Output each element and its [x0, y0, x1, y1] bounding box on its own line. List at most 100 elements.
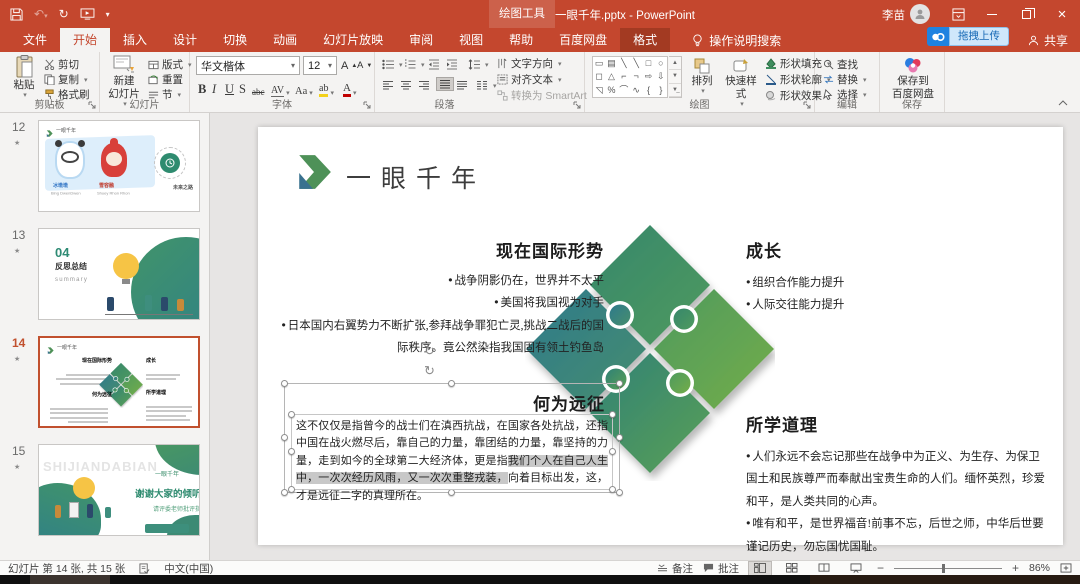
justify-button[interactable]	[436, 77, 454, 91]
tell-me-search[interactable]: 操作说明搜索	[680, 28, 793, 52]
slide-12-thumbnail[interactable]: 一眼千年 冰墩墩 Bing DwenDwen 雪容融 Shuey Rhon Rh…	[38, 120, 200, 212]
arrange-button[interactable]: 排列	[687, 57, 717, 97]
font-size-select[interactable]: 12	[303, 56, 337, 75]
decrease-indent-button[interactable]	[428, 57, 440, 72]
ribbon-display-options-icon[interactable]	[941, 0, 975, 28]
redo-icon[interactable]: ↻	[59, 7, 69, 21]
tab-home[interactable]: 开始	[60, 28, 110, 52]
reading-view-button[interactable]	[813, 562, 835, 575]
normal-view-button[interactable]	[749, 562, 771, 575]
columns-button[interactable]	[476, 78, 497, 93]
reset-button[interactable]: 重置	[148, 72, 183, 87]
underline-button[interactable]: U	[225, 79, 234, 97]
language-indicator[interactable]: 中文(中国)	[164, 561, 213, 576]
tab-slideshow[interactable]: 幻灯片放映	[310, 28, 396, 52]
gallery-down-icon[interactable]: ▼	[669, 70, 681, 83]
section-growth[interactable]: 成长 组织合作能力提升 人际交往能力提升	[746, 237, 956, 317]
numbering-button[interactable]	[404, 57, 425, 72]
save-icon[interactable]	[10, 8, 23, 21]
tab-review[interactable]: 审阅	[396, 28, 446, 52]
text-highlight-button[interactable]: ab	[319, 79, 334, 97]
slide-14-thumbnail[interactable]: 一眼千年 现在国际形势 成长 何为远征 所学道理	[38, 336, 200, 428]
font-dialog-launcher[interactable]	[363, 101, 372, 110]
change-case-button[interactable]: Aa	[295, 79, 313, 97]
start-slideshow-icon[interactable]	[80, 8, 95, 20]
copy-button[interactable]: 复制	[44, 72, 88, 87]
resize-handle-nw[interactable]	[281, 380, 288, 387]
resize-handle[interactable]	[288, 486, 295, 493]
zoom-level[interactable]: 86%	[1029, 562, 1050, 574]
slide-13-thumbnail[interactable]: 04 反思总结 summary	[38, 228, 200, 320]
tab-view[interactable]: 视图	[446, 28, 496, 52]
slide-15-thumbnail[interactable]: SHIJIANDABIAN 一眼千年 谢谢大家的倾听 请评委老师批评指正	[38, 444, 200, 536]
collapse-ribbon-icon[interactable]	[1058, 100, 1068, 106]
tab-help[interactable]: 帮助	[496, 28, 546, 52]
align-right-button[interactable]	[418, 78, 430, 93]
zoom-out-button[interactable]: −	[877, 561, 884, 575]
zoom-slider[interactable]	[894, 568, 1002, 569]
zoom-in-button[interactable]: +	[1012, 561, 1019, 575]
align-left-button[interactable]	[382, 78, 394, 93]
distribute-button[interactable]	[456, 78, 468, 93]
shrink-font-button[interactable]: A▼	[357, 58, 372, 73]
font-color-button[interactable]: A	[343, 79, 356, 97]
slide-sorter-view-button[interactable]	[781, 562, 803, 575]
spellcheck-icon[interactable]	[139, 563, 150, 574]
replace-button[interactable]: 替换	[823, 72, 867, 87]
slide-canvas[interactable]: 一眼千年 现在国际形势 战争阴影仍在，世界并不太平	[258, 127, 1063, 545]
line-spacing-button[interactable]	[468, 57, 489, 72]
character-spacing-button[interactable]: AV	[271, 79, 290, 97]
font-name-select[interactable]: 华文楷体	[196, 56, 300, 75]
tab-design[interactable]: 设计	[160, 28, 210, 52]
section-expedition-body[interactable]: 这不仅仅是指曾今的战士们在滇西抗战，在国家各处抗战，还指中国在战火燃尽后，靠自己…	[292, 415, 612, 508]
resize-handle[interactable]	[609, 486, 616, 493]
selected-textbox-inner[interactable]: 这不仅仅是指曾今的战士们在滇西抗战，在国家各处抗战，还指中国在战火燃尽后，靠自己…	[291, 414, 613, 490]
increase-indent-button[interactable]	[446, 57, 458, 72]
bold-button[interactable]: B	[198, 79, 206, 97]
notes-toggle[interactable]: 备注	[657, 561, 693, 576]
save-to-netdisk-button[interactable]: 保存到 百度网盘	[890, 55, 936, 101]
selected-textbox-outer[interactable]: 何为远征 这不仅仅是指曾今的战士们在滇西抗战，在国家各处抗战，还指中国在战火燃尽…	[284, 383, 620, 493]
drawing-dialog-launcher[interactable]	[803, 101, 812, 110]
drag-upload-button[interactable]: 拖拽上传	[927, 27, 1009, 46]
undo-icon[interactable]: ↶▾	[34, 7, 48, 21]
slide-title[interactable]: 一眼千年	[346, 159, 486, 195]
clipboard-dialog-launcher[interactable]	[88, 101, 97, 110]
shapes-gallery[interactable]: ▭▤╲╲□○ ◻△⌐¬⇨⇩ ◹%⌒∿{}	[592, 56, 668, 98]
align-text-button[interactable]: 对齐文本	[497, 72, 562, 87]
gallery-up-icon[interactable]: ▲	[669, 57, 681, 70]
share-button[interactable]: 共享	[1028, 28, 1068, 52]
resize-handle-se[interactable]	[616, 489, 623, 496]
rotate-handle-icon[interactable]: ↻	[424, 363, 435, 379]
grow-font-button[interactable]: A▲	[341, 58, 357, 73]
cut-button[interactable]: 剪切	[44, 57, 79, 72]
qat-customize-icon[interactable]: ▾	[106, 10, 110, 19]
tab-animations[interactable]: 动画	[260, 28, 310, 52]
find-button[interactable]: 查找	[823, 57, 858, 72]
text-direction-button[interactable]: 文字方向	[497, 56, 562, 71]
resize-handle-n[interactable]	[448, 380, 455, 387]
resize-handle-sw[interactable]	[281, 489, 288, 496]
gallery-more-icon[interactable]: ▼̲	[669, 84, 681, 97]
shapes-gallery-scroll[interactable]: ▲▼▼̲	[669, 56, 682, 98]
resize-handle[interactable]	[288, 448, 295, 455]
resize-handle[interactable]	[288, 411, 295, 418]
resize-handle-ne[interactable]	[616, 380, 623, 387]
slideshow-view-button[interactable]	[845, 562, 867, 575]
comments-toggle[interactable]: 批注	[703, 561, 739, 576]
resize-handle[interactable]	[609, 411, 616, 418]
tab-transitions[interactable]: 切换	[210, 28, 260, 52]
tab-baidu-netdisk[interactable]: 百度网盘	[546, 28, 620, 52]
strikethrough-button[interactable]: abc	[252, 79, 265, 97]
layout-button[interactable]: 版式	[148, 57, 192, 72]
tab-file[interactable]: 文件	[10, 28, 60, 52]
bullets-button[interactable]	[382, 57, 403, 72]
resize-handle-w[interactable]	[281, 434, 288, 441]
paragraph-dialog-launcher[interactable]	[573, 101, 582, 110]
minimize-button[interactable]	[975, 0, 1009, 28]
tab-format-contextual[interactable]: 格式	[620, 28, 670, 52]
user-avatar[interactable]	[910, 4, 930, 24]
zoom-slider-thumb[interactable]	[942, 564, 945, 573]
tab-insert[interactable]: 插入	[110, 28, 160, 52]
rotate-handle-icon[interactable]: ↻	[424, 343, 435, 359]
